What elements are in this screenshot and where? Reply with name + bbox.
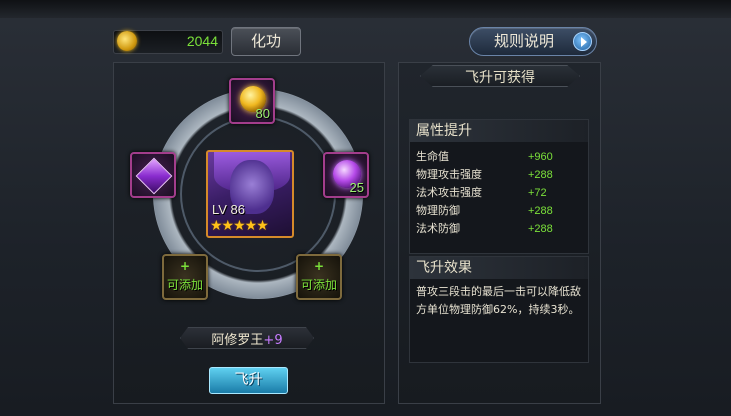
material-slot-bottom-right[interactable]: + 可添加 bbox=[296, 254, 342, 300]
stat-value: +288 bbox=[528, 169, 553, 181]
hero-plus-level: +9 bbox=[263, 333, 283, 348]
effect-heading: 飞升效果 bbox=[410, 257, 588, 279]
stat-row: 法术攻击强度 +72 bbox=[416, 184, 586, 202]
hero-portrait[interactable]: LV 86 ★★★★★ bbox=[206, 150, 294, 238]
stat-value: +960 bbox=[528, 151, 553, 163]
stat-name: 物理攻击强度 bbox=[416, 168, 482, 181]
star-rating-icon: ★★★★★ bbox=[210, 218, 269, 234]
stat-value: +288 bbox=[528, 205, 553, 217]
stat-row: 物理攻击强度 +288 bbox=[416, 166, 586, 184]
material-slot-right[interactable]: 25 bbox=[323, 152, 369, 198]
huagong-button[interactable]: 化功 bbox=[231, 27, 301, 56]
stat-name: 法术攻击强度 bbox=[416, 186, 482, 199]
stat-row: 生命值 +960 bbox=[416, 148, 586, 166]
hero-name-text: 阿修罗王 bbox=[211, 333, 264, 348]
material-slot-left[interactable] bbox=[130, 152, 176, 198]
currency-amount: 2044 bbox=[186, 33, 218, 49]
stat-name: 法术防御 bbox=[416, 222, 460, 235]
stat-row: 物理防御 +288 bbox=[416, 202, 586, 220]
attribute-heading: 属性提升 bbox=[410, 120, 588, 142]
arrow-right-icon[interactable] bbox=[573, 32, 592, 51]
stat-name: 生命值 bbox=[416, 150, 449, 163]
hero-name: 阿修罗王+9 bbox=[180, 329, 314, 348]
plus-icon: + bbox=[313, 259, 325, 273]
effect-section: 飞升效果 普攻三段击的最后一击可以降低敌方单位物理防御62%，持续3秒。 bbox=[409, 256, 589, 363]
gold-coin-icon bbox=[117, 31, 137, 51]
stat-value: +288 bbox=[528, 223, 553, 235]
hero-level: LV 86 bbox=[212, 202, 246, 217]
plus-icon: + bbox=[179, 259, 191, 273]
ascend-button[interactable]: 飞升 bbox=[209, 367, 288, 394]
material-slot-bottom-left[interactable]: + 可添加 bbox=[162, 254, 208, 300]
slot-count: 80 bbox=[255, 106, 270, 121]
slot-add-label: 可添加 bbox=[300, 278, 337, 292]
purple-gem-icon bbox=[135, 157, 173, 195]
slot-count: 25 bbox=[349, 180, 364, 195]
material-slot-top[interactable]: 80 bbox=[229, 78, 275, 124]
stat-name: 物理防御 bbox=[416, 204, 460, 217]
stat-value: +72 bbox=[528, 187, 547, 199]
effect-description: 普攻三段击的最后一击可以降低敌方单位物理防御62%，持续3秒。 bbox=[416, 285, 581, 316]
stat-row: 法术防御 +288 bbox=[416, 220, 586, 238]
rewards-title: 飞升可获得 bbox=[465, 70, 535, 86]
slot-add-label: 可添加 bbox=[166, 278, 203, 292]
top-strip bbox=[0, 0, 731, 18]
attribute-section: 属性提升 生命值 +960 物理攻击强度 +288 法术攻击强度 +72 物理防… bbox=[409, 119, 589, 254]
